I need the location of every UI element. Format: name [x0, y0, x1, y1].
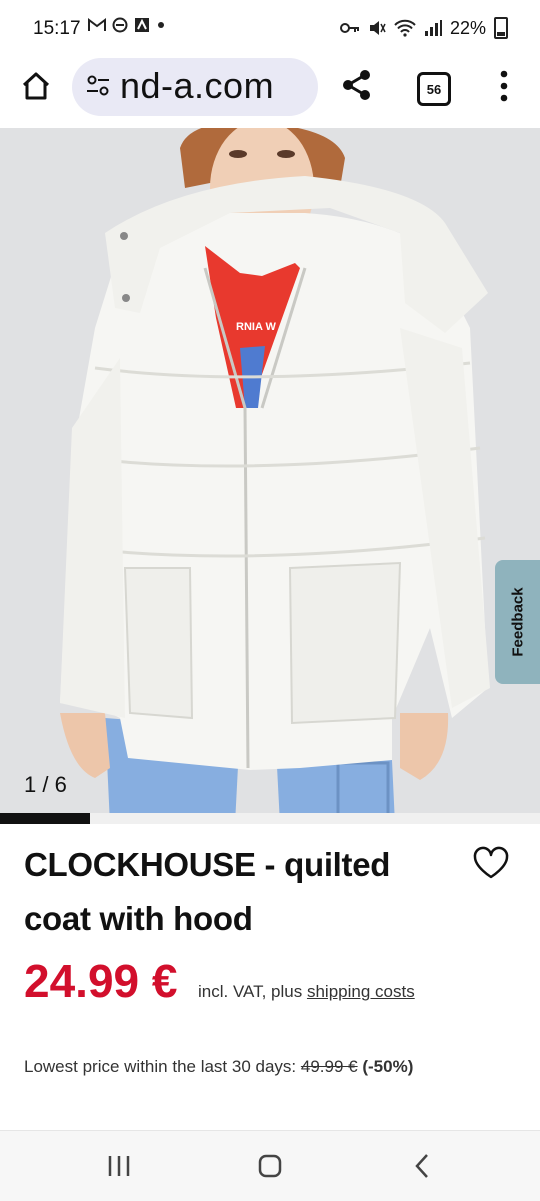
shipping-costs-link[interactable]: shipping costs — [307, 982, 415, 1001]
key-icon — [339, 23, 359, 33]
dot-icon — [158, 22, 164, 28]
tabs-icon[interactable]: 56 — [417, 72, 451, 106]
back-icon[interactable] — [410, 1153, 436, 1179]
url-text: nd-a.com — [120, 65, 275, 106]
status-time: 15:17 — [33, 18, 81, 39]
vat-text: incl. VAT, plus — [198, 982, 307, 1001]
product-image-gallery[interactable]: RNIA W — [0, 128, 540, 824]
wishlist-heart-icon[interactable] — [472, 846, 510, 880]
lowest-price-info: Lowest price within the last 30 days: 49… — [24, 1057, 413, 1077]
gallery-counter: 1 / 6 — [24, 772, 67, 797]
vat-info: incl. VAT, plus shipping costs — [198, 982, 415, 1002]
home-icon[interactable] — [20, 70, 52, 102]
recent-apps-icon[interactable] — [106, 1153, 132, 1179]
mute-icon — [369, 21, 386, 35]
product-photo: RNIA W — [0, 128, 540, 824]
site-settings-icon[interactable] — [86, 75, 110, 97]
battery-icon — [494, 17, 508, 39]
product-title: CLOCKHOUSE - quilted coat with hood — [24, 846, 391, 937]
feedback-label: Feedback — [509, 587, 526, 657]
lowest-discount: (-50%) — [362, 1057, 414, 1076]
vpn-icon — [112, 17, 128, 33]
lowest-old-price: 49.99 € — [300, 1057, 358, 1076]
system-navigation-bar — [0, 1130, 540, 1201]
product-price: 24.99 € — [24, 955, 178, 1007]
share-icon[interactable] — [340, 68, 374, 102]
home-button-icon[interactable] — [257, 1153, 283, 1179]
lowest-price-label: Lowest price within the last 30 days: — [24, 1057, 301, 1076]
app-icon — [135, 18, 149, 32]
gallery-progress-fill — [0, 813, 91, 824]
signal-icon — [424, 20, 442, 36]
feedback-tab[interactable]: Feedback — [495, 560, 540, 684]
browser-toolbar: nd-a.com 56 — [0, 58, 540, 128]
battery-percent: 22% — [449, 17, 486, 38]
more-icon[interactable] — [500, 70, 508, 102]
gallery-progress — [0, 813, 540, 824]
shirt-print-text: RNIA W — [236, 321, 277, 333]
wifi-icon — [394, 19, 416, 37]
gmail-icon — [88, 18, 106, 31]
address-bar[interactable]: nd-a.com — [72, 58, 318, 116]
status-bar: 15:17 22% — [0, 0, 540, 58]
